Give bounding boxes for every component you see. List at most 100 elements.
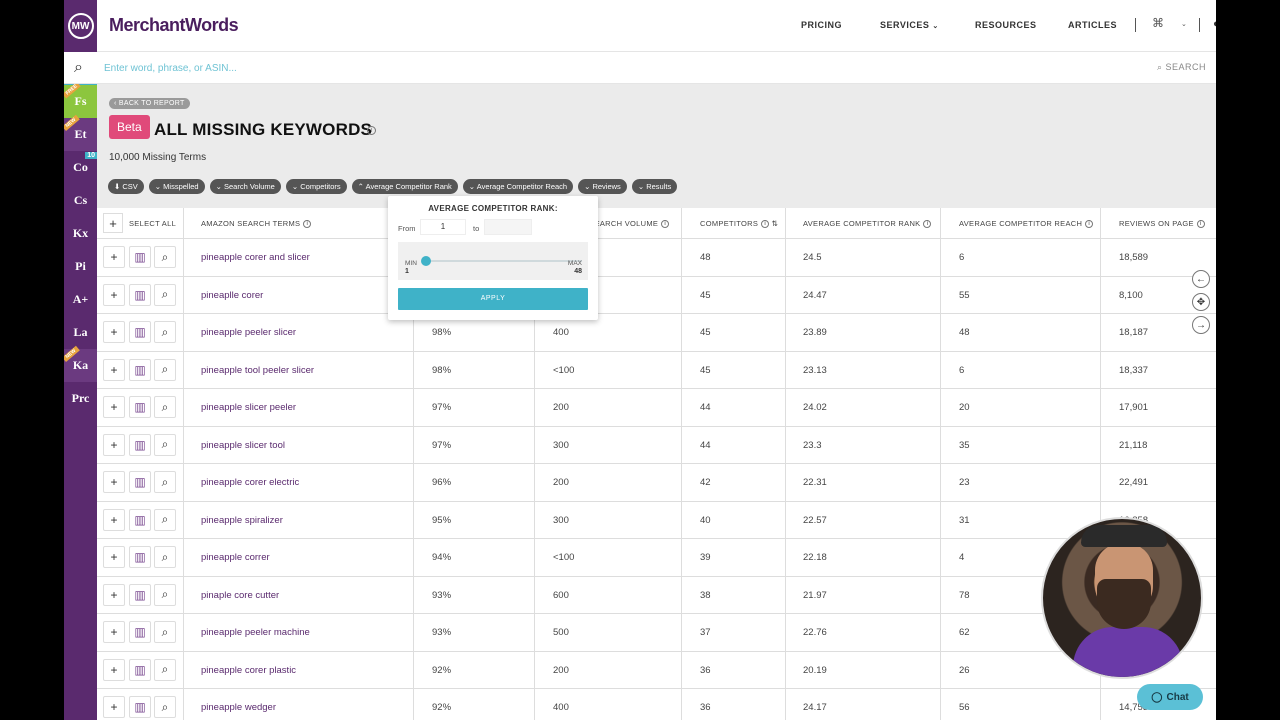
- sidebar-item[interactable]: Cs: [64, 184, 97, 217]
- chart-icon[interactable]: ▥: [129, 283, 151, 306]
- filter-chip[interactable]: ⌄ Search Volume: [209, 179, 281, 194]
- filter-chip[interactable]: ⌄ Average Competitor Reach: [462, 179, 574, 194]
- search-term-link[interactable]: pineapple slicer tool: [201, 440, 285, 451]
- chart-icon[interactable]: ▥: [129, 696, 151, 718]
- search-icon[interactable]: ⌕: [154, 358, 176, 381]
- info-icon[interactable]: i: [761, 220, 770, 229]
- chart-icon[interactable]: ▥: [129, 621, 151, 643]
- search-icon[interactable]: ⌕: [154, 283, 176, 306]
- search-icon[interactable]: ⌕: [154, 396, 176, 418]
- add-plus-icon[interactable]: +: [103, 696, 125, 718]
- to-input[interactable]: [484, 219, 532, 235]
- add-plus-icon[interactable]: +: [103, 621, 125, 643]
- sidebar-item[interactable]: Co 10: [64, 151, 97, 184]
- chart-icon[interactable]: ▥: [129, 246, 151, 268]
- chevron-down-icon[interactable]: ⌄: [1181, 20, 1187, 28]
- add-plus-icon[interactable]: +: [103, 433, 125, 456]
- sidebar-item[interactable]: Kx: [64, 217, 97, 250]
- sort-icon[interactable]: ⇅: [772, 219, 779, 228]
- search-term-link[interactable]: pineapple peeler machine: [201, 627, 310, 638]
- info-icon[interactable]: i: [923, 220, 932, 229]
- search-term-link[interactable]: pineaplle corer: [201, 290, 263, 301]
- sidebar-item[interactable]: Ka NEW: [64, 346, 97, 382]
- filter-chip[interactable]: ⌄ Results: [631, 179, 678, 194]
- info-icon[interactable]: i: [303, 220, 312, 229]
- sidebar-item[interactable]: A+: [64, 283, 97, 316]
- search-icon[interactable]: ⌕: [154, 583, 176, 606]
- add-plus-icon[interactable]: +: [103, 396, 125, 418]
- slider-handle[interactable]: [421, 256, 431, 266]
- search-term-link[interactable]: pineapple corer plastic: [201, 665, 296, 676]
- search-icon[interactable]: ⌕: [74, 59, 83, 77]
- chart-icon[interactable]: ▥: [129, 396, 151, 418]
- from-input[interactable]: 1: [420, 219, 466, 235]
- translate-icon[interactable]: ⌘: [1152, 16, 1164, 30]
- select-all-plus-icon[interactable]: +: [103, 213, 123, 233]
- arrow-right-icon[interactable]: →: [1192, 316, 1210, 334]
- sidebar-item[interactable]: Prc: [64, 382, 97, 415]
- search-term-link[interactable]: pineapple corer electric: [201, 477, 299, 488]
- add-plus-icon[interactable]: +: [103, 321, 125, 343]
- add-plus-icon[interactable]: +: [103, 508, 125, 531]
- search-term-link[interactable]: pineapple slicer peeler: [201, 402, 296, 413]
- sidebar-item[interactable]: La: [64, 316, 97, 349]
- chart-icon[interactable]: ▥: [129, 358, 151, 381]
- arrow-left-icon[interactable]: ←: [1192, 270, 1210, 288]
- add-plus-icon[interactable]: +: [103, 283, 125, 306]
- select-all-label[interactable]: SELECT ALL: [129, 219, 176, 228]
- add-plus-icon[interactable]: +: [103, 246, 125, 268]
- user-icon[interactable]: ●: [1213, 18, 1216, 30]
- chart-icon[interactable]: ▥: [129, 658, 151, 681]
- search-term-link[interactable]: pineapple wedger: [201, 702, 276, 713]
- search-icon[interactable]: ⌕: [154, 696, 176, 718]
- slider-track[interactable]: [423, 260, 582, 262]
- chart-icon[interactable]: ▥: [129, 546, 151, 568]
- search-term-link[interactable]: pineapple correr: [201, 552, 270, 563]
- sidebar-item[interactable]: Pi: [64, 250, 97, 283]
- chart-icon[interactable]: ▥: [129, 471, 151, 493]
- search-icon[interactable]: ⌕: [154, 321, 176, 343]
- filter-chip[interactable]: ⌃ Average Competitor Rank: [351, 179, 458, 194]
- sidebar-item[interactable]: Et NEW: [64, 115, 97, 151]
- chart-icon[interactable]: ▥: [129, 433, 151, 456]
- chart-icon[interactable]: ▥: [129, 583, 151, 606]
- column-header[interactable]: COMPETITORS i ⇅: [700, 219, 779, 229]
- filter-chip[interactable]: ⌄ Competitors: [285, 179, 347, 194]
- column-header[interactable]: REVIEWS ON PAGE i: [1119, 219, 1205, 229]
- nav-articles[interactable]: ARTICLES: [1068, 20, 1117, 30]
- nav-resources[interactable]: RESOURCES: [975, 20, 1037, 30]
- nav-pricing[interactable]: PRICING: [801, 20, 842, 30]
- search-term-link[interactable]: pinaple core cutter: [201, 590, 279, 601]
- move-icon[interactable]: ✥: [1192, 293, 1210, 311]
- search-icon[interactable]: ⌕: [154, 433, 176, 456]
- filter-chip[interactable]: ⌄ Misspelled: [148, 179, 205, 194]
- apply-button[interactable]: APPLY: [398, 288, 588, 310]
- search-term-link[interactable]: pineapple corer and slicer: [201, 252, 310, 263]
- add-plus-icon[interactable]: +: [103, 583, 125, 606]
- search-icon[interactable]: ⌕: [154, 471, 176, 493]
- filter-chip[interactable]: ⌄ Reviews: [578, 179, 627, 194]
- search-term-link[interactable]: pineapple spiralizer: [201, 515, 283, 526]
- search-term-link[interactable]: pineapple tool peeler slicer: [201, 365, 314, 376]
- search-icon[interactable]: ⌕: [154, 546, 176, 568]
- search-icon[interactable]: ⌕: [154, 621, 176, 643]
- filter-chip[interactable]: ⬇ CSV: [108, 179, 144, 194]
- column-header[interactable]: AVERAGE COMPETITOR RANK i: [803, 219, 932, 229]
- info-icon[interactable]: i: [661, 220, 670, 229]
- sidebar-item[interactable]: Fs FREE: [64, 81, 97, 118]
- search-button[interactable]: ⌕ SEARCH: [1157, 62, 1206, 73]
- add-plus-icon[interactable]: +: [103, 471, 125, 493]
- search-icon[interactable]: ⌕: [154, 246, 176, 268]
- info-icon[interactable]: i: [1196, 220, 1205, 229]
- add-plus-icon[interactable]: +: [103, 546, 125, 568]
- info-icon[interactable]: i: [1085, 220, 1094, 229]
- add-plus-icon[interactable]: +: [103, 658, 125, 681]
- nav-services[interactable]: SERVICES ⌄: [880, 20, 939, 30]
- chat-button[interactable]: ◯ Chat: [1137, 684, 1203, 710]
- logo[interactable]: MW: [64, 0, 97, 52]
- search-input[interactable]: [104, 58, 904, 78]
- back-to-report-button[interactable]: ‹ BACK TO REPORT: [109, 98, 190, 109]
- search-icon[interactable]: ⌕: [154, 658, 176, 681]
- search-icon[interactable]: ⌕: [154, 508, 176, 531]
- column-header[interactable]: AVERAGE COMPETITOR REACH i: [959, 219, 1094, 229]
